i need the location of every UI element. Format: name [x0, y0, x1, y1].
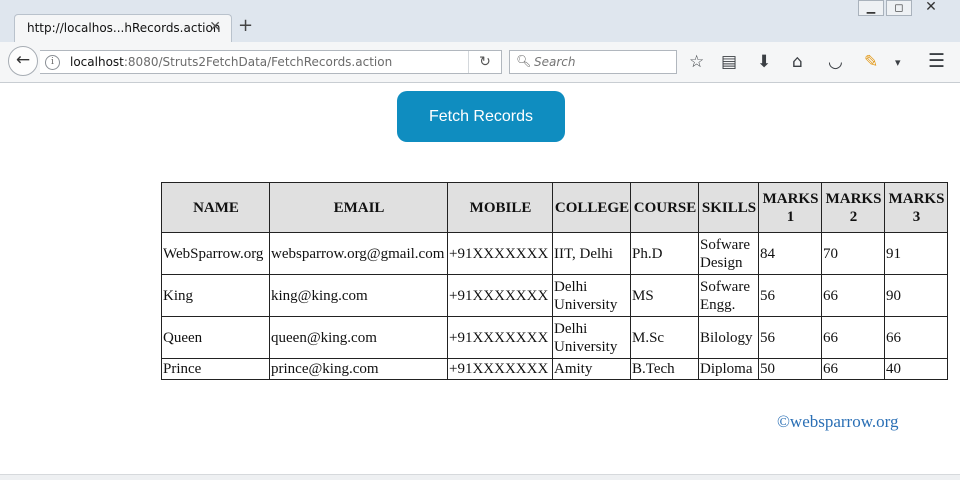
navigation-toolbar: ← i localhost:8080/Struts2FetchData/Fetc…	[0, 42, 960, 83]
download-icon[interactable]: ⬇	[757, 52, 771, 72]
records-table: NAME EMAIL MOBILE COLLEGE COURSE SKILLS …	[161, 182, 948, 380]
status-bar	[0, 474, 960, 480]
table-header-row: NAME EMAIL MOBILE COLLEGE COURSE SKILLS …	[161, 182, 948, 233]
cell-email: websparrow.org@gmail.com	[269, 232, 448, 275]
copyright-footer: ©websparrow.org	[777, 412, 899, 431]
close-icon[interactable]: ✕	[209, 19, 221, 35]
new-tab-icon[interactable]: +	[238, 15, 253, 36]
header-skills: SKILLS	[698, 182, 759, 233]
cell-marks-1: 84	[758, 232, 822, 275]
reload-icon[interactable]: ↻	[468, 51, 501, 73]
cell-marks-3: 90	[884, 274, 948, 317]
table-row: WebSparrow.org websparrow.org@gmail.com …	[161, 232, 948, 275]
header-course: COURSE	[630, 182, 699, 233]
cell-skills: Bilology	[698, 316, 759, 359]
cell-marks-1: 56	[758, 316, 822, 359]
cell-marks-3: 40	[884, 358, 948, 380]
cell-name: WebSparrow.org	[161, 232, 270, 275]
address-bar[interactable]: i localhost:8080/Struts2FetchData/FetchR…	[40, 50, 502, 74]
cell-college: Delhi University	[552, 316, 631, 359]
cell-skills: Diploma	[698, 358, 759, 380]
cell-college: Amity	[552, 358, 631, 380]
reading-list-icon[interactable]: ▤	[721, 52, 737, 72]
header-college: COLLEGE	[552, 182, 631, 233]
table-row: Prince prince@king.com +91XXXXXXX Amity …	[161, 358, 948, 380]
back-icon[interactable]: ←	[8, 46, 38, 76]
cell-course: MS	[630, 274, 699, 317]
maximize-icon[interactable]: ◻	[886, 0, 912, 16]
cell-name: Prince	[161, 358, 270, 380]
table-row: King king@king.com +91XXXXXXX Delhi Univ…	[161, 274, 948, 317]
cell-name: King	[161, 274, 270, 317]
cell-marks-2: 70	[821, 232, 885, 275]
tab-title: http://localhos...hRecords.action	[27, 21, 221, 35]
cell-course: M.Sc	[630, 316, 699, 359]
browser-tab[interactable]: http://localhos...hRecords.action ✕	[14, 14, 232, 42]
cell-email: queen@king.com	[269, 316, 448, 359]
minimize-icon[interactable]: ▁	[858, 0, 884, 16]
cell-mobile: +91XXXXXXX	[447, 316, 553, 359]
cell-mobile: +91XXXXXXX	[447, 274, 553, 317]
window-close-icon[interactable]: ✕	[914, 0, 948, 16]
cell-college: Delhi University	[552, 274, 631, 317]
home-icon[interactable]: ⌂	[792, 52, 803, 72]
cell-marks-2: 66	[821, 358, 885, 380]
fetch-records-button[interactable]: Fetch Records	[397, 91, 565, 142]
window-controls: ▁ ◻ ✕	[858, 0, 948, 16]
cell-marks-2: 66	[821, 274, 885, 317]
header-marks-3: MARKS 3	[884, 182, 948, 233]
cell-email: king@king.com	[269, 274, 448, 317]
cell-marks-3: 91	[884, 232, 948, 275]
cell-marks-2: 66	[821, 316, 885, 359]
header-marks-1: MARKS 1	[758, 182, 822, 233]
cell-marks-3: 66	[884, 316, 948, 359]
cell-name: Queen	[161, 316, 270, 359]
header-mobile: MOBILE	[447, 182, 553, 233]
cell-course: B.Tech	[630, 358, 699, 380]
search-icon: 🔍︎	[516, 54, 532, 68]
pencil-icon[interactable]: ✎	[864, 52, 878, 72]
cell-college: IIT, Delhi	[552, 232, 631, 275]
cell-skills: Sofware Engg.	[698, 274, 759, 317]
title-bar: http://localhos...hRecords.action ✕ + ▁ …	[0, 0, 960, 43]
search-input[interactable]	[534, 53, 672, 71]
cell-mobile: +91XXXXXXX	[447, 232, 553, 275]
header-name: NAME	[161, 182, 270, 233]
cell-marks-1: 50	[758, 358, 822, 380]
info-icon[interactable]: i	[45, 55, 60, 70]
header-marks-2: MARKS 2	[821, 182, 885, 233]
chevron-down-icon[interactable]: ▾	[895, 56, 901, 69]
url-text[interactable]: localhost:8080/Struts2FetchData/FetchRec…	[70, 55, 392, 69]
cell-email: prince@king.com	[269, 358, 448, 380]
menu-icon[interactable]: ☰	[928, 50, 945, 72]
cell-course: Ph.D	[630, 232, 699, 275]
url-host: localhost	[70, 55, 124, 69]
cell-mobile: +91XXXXXXX	[447, 358, 553, 380]
star-icon[interactable]: ☆	[689, 52, 704, 72]
search-bar[interactable]: 🔍︎	[509, 50, 677, 74]
pocket-icon[interactable]: ◡	[828, 52, 843, 72]
url-path: :8080/Struts2FetchData/FetchRecords.acti…	[123, 55, 393, 69]
header-email: EMAIL	[269, 182, 448, 233]
cell-marks-1: 56	[758, 274, 822, 317]
table-row: Queen queen@king.com +91XXXXXXX Delhi Un…	[161, 316, 948, 359]
cell-skills: Sofware Design	[698, 232, 759, 275]
